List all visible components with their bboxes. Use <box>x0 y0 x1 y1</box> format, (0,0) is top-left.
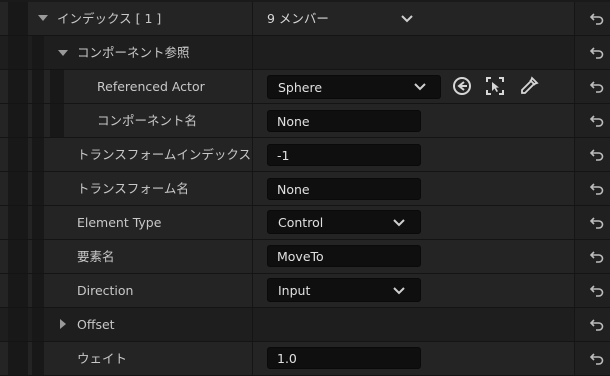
indent-guide <box>32 240 44 273</box>
indent-guide <box>8 70 28 103</box>
indent-guide <box>32 70 44 103</box>
transform-index-input[interactable]: -1 <box>267 144 421 166</box>
member-count: 9 メンバー <box>267 11 329 26</box>
reset-arrow-icon[interactable] <box>590 216 604 229</box>
expand-arrow-icon[interactable] <box>38 15 48 21</box>
indent-guide <box>8 206 28 239</box>
chevron-down-icon[interactable] <box>401 15 413 23</box>
reset-arrow-icon[interactable] <box>590 284 604 297</box>
row-element-name: 要素名 MoveTo <box>0 240 610 274</box>
collapse-arrow-icon[interactable] <box>60 319 66 329</box>
element-type-value: Control <box>278 215 324 230</box>
reset-arrow-icon[interactable] <box>590 80 604 93</box>
column-divider[interactable] <box>252 2 253 35</box>
direction-value: Input <box>278 283 311 298</box>
reset-arrow-icon[interactable] <box>590 46 604 59</box>
direction-label: Direction <box>77 283 134 298</box>
chevron-down-icon[interactable] <box>414 83 426 91</box>
indent-guide <box>8 104 28 137</box>
row-component-name: コンポーネント名 None <box>0 104 610 138</box>
row-referenced-actor: Referenced Actor Sphere <box>0 70 610 104</box>
indent-guide <box>32 342 44 375</box>
transform-name-label: トランスフォーム名 <box>77 181 189 196</box>
reset-arrow-icon[interactable] <box>590 352 604 365</box>
indent-guide <box>8 172 28 205</box>
column-divider[interactable] <box>252 206 253 239</box>
column-divider[interactable] <box>252 274 253 307</box>
reset-arrow-icon[interactable] <box>590 182 604 195</box>
column-divider[interactable] <box>252 240 253 273</box>
indent-guide <box>50 70 64 103</box>
indent-guide <box>8 342 28 375</box>
indent-guide <box>8 308 28 341</box>
offset-label: Offset <box>77 317 115 332</box>
indent-guide <box>32 104 44 137</box>
component-name-label: コンポーネント名 <box>97 113 198 128</box>
eyedropper-icon[interactable] <box>519 76 539 96</box>
element-name-label: 要素名 <box>77 249 115 264</box>
transform-name-input[interactable]: None <box>267 178 421 200</box>
transform-index-label: トランスフォームインデックス <box>77 147 252 162</box>
component-ref-label: コンポーネント参照 <box>77 45 190 60</box>
column-divider[interactable] <box>252 342 253 375</box>
chevron-down-icon[interactable] <box>393 287 405 295</box>
column-divider[interactable] <box>252 70 253 103</box>
column-divider[interactable] <box>252 138 253 171</box>
indent-guide <box>8 36 28 69</box>
indent-guide <box>8 240 28 273</box>
row-element-type: Element Type Control <box>0 206 610 240</box>
row-transform-index: トランスフォームインデックス -1 <box>0 138 610 172</box>
actor-value: Sphere <box>278 80 323 95</box>
element-type-label: Element Type <box>77 215 162 230</box>
indent-guide <box>50 104 64 137</box>
component-name-input[interactable]: None <box>267 110 421 132</box>
row-offset: Offset <box>0 308 610 342</box>
indent-guide <box>32 36 44 69</box>
indent-guide <box>8 2 28 35</box>
column-divider[interactable] <box>252 308 253 341</box>
weight-input[interactable]: 1.0 <box>267 347 421 369</box>
details-panel: インデックス [ 1 ] 9 メンバー コンポーネント参照 Referenced… <box>0 0 610 376</box>
arrow-left-circle-icon[interactable] <box>452 76 472 96</box>
indent-guide <box>32 206 44 239</box>
chevron-down-icon[interactable] <box>393 219 405 227</box>
row-index: インデックス [ 1 ] 9 メンバー <box>0 2 610 36</box>
indent-guide <box>32 308 44 341</box>
column-divider[interactable] <box>252 104 253 137</box>
indent-guide <box>8 138 28 171</box>
row-transform-name: トランスフォーム名 None <box>0 172 610 206</box>
reset-arrow-icon[interactable] <box>590 250 604 263</box>
referenced-actor-label: Referenced Actor <box>97 79 205 94</box>
indent-guide <box>32 172 44 205</box>
column-divider[interactable] <box>252 36 253 69</box>
reset-arrow-icon[interactable] <box>590 148 604 161</box>
index-label: インデックス [ 1 ] <box>57 11 162 26</box>
reset-arrow-icon[interactable] <box>590 114 604 127</box>
select-actor-icon[interactable] <box>485 76 505 96</box>
indent-guide <box>32 138 44 171</box>
row-component-ref: コンポーネント参照 <box>0 36 610 70</box>
element-name-input[interactable]: MoveTo <box>267 245 421 267</box>
row-direction: Direction Input <box>0 274 610 308</box>
reset-arrow-icon[interactable] <box>590 318 604 331</box>
column-divider[interactable] <box>252 172 253 205</box>
indent-guide <box>8 274 28 307</box>
reset-arrow-icon[interactable] <box>590 12 604 25</box>
weight-label: ウェイト <box>77 351 128 366</box>
expand-arrow-icon[interactable] <box>58 50 68 56</box>
indent-guide <box>32 274 44 307</box>
